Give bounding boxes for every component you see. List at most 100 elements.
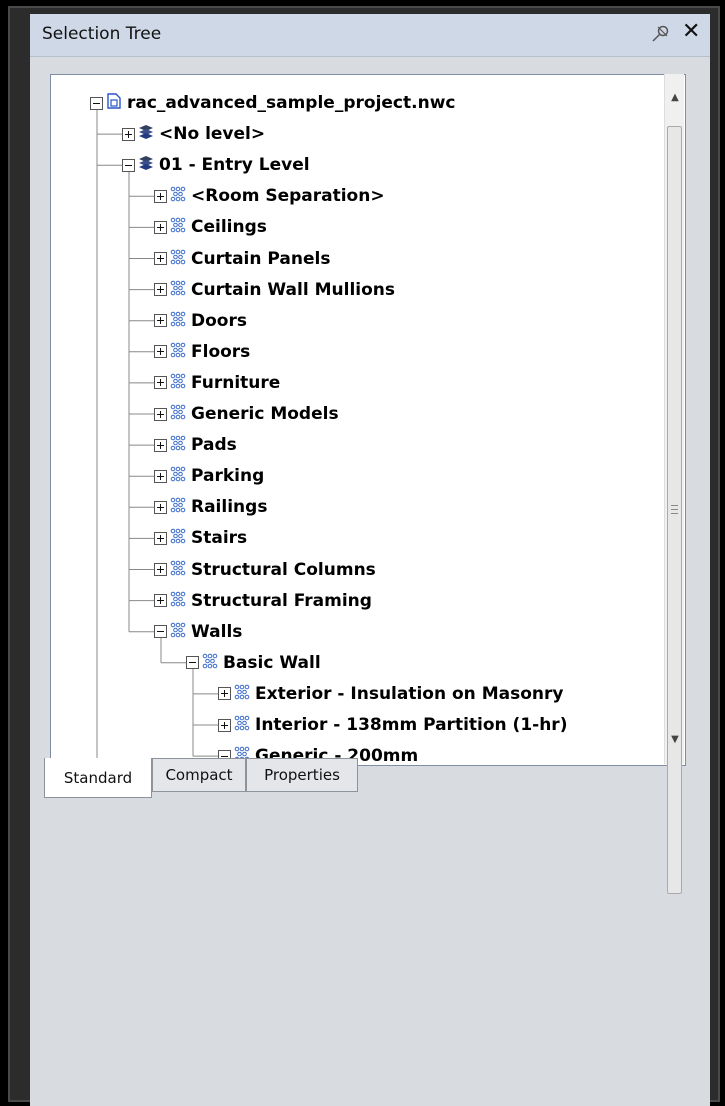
tree-node-label: Walls: [191, 621, 243, 642]
tree-node[interactable]: Generic Models: [154, 400, 339, 428]
category-icon: [167, 248, 187, 270]
collapse-toggle[interactable]: [90, 96, 103, 110]
tree-node[interactable]: Pads: [154, 431, 237, 459]
category-icon: [167, 496, 187, 518]
tab-standard-label: Standard: [63, 768, 133, 787]
category-icon: [199, 652, 219, 674]
tree-node[interactable]: Curtain Panels: [154, 245, 330, 273]
tree-node[interactable]: Doors: [154, 307, 247, 335]
category-icon: [167, 341, 187, 363]
selection-tree[interactable]: rac_advanced_sample_project.nwc <No level…: [50, 74, 686, 766]
category-icon: [167, 216, 187, 238]
category-icon: [167, 372, 187, 394]
expand-toggle[interactable]: [154, 407, 167, 421]
tree-node-label: Parking: [191, 466, 265, 487]
tree-node-label: Exterior - Insulation on Masonry: [255, 683, 564, 704]
category-icon: [167, 279, 187, 301]
expand-toggle[interactable]: [154, 594, 167, 608]
tree-node-label: Doors: [191, 310, 247, 331]
tree-node-label: <Room Separation>: [191, 186, 385, 207]
tree-node[interactable]: Curtain Wall Mullions: [154, 276, 395, 304]
collapse-toggle[interactable]: [186, 656, 199, 670]
tree-node-label: Curtain Wall Mullions: [191, 279, 395, 300]
expand-toggle[interactable]: [218, 718, 231, 732]
category-icon: [167, 621, 187, 643]
selection-tree-panel: Selection Tree ✕ rac_advanced_sample_pro…: [30, 14, 710, 1106]
scroll-down-arrow[interactable]: ▼: [669, 734, 681, 746]
tree-node[interactable]: rac_advanced_sample_project.nwc: [90, 89, 455, 117]
expand-toggle[interactable]: [154, 345, 167, 359]
category-icon: [167, 465, 187, 487]
expand-toggle[interactable]: [154, 531, 167, 545]
layers-icon: [135, 123, 155, 145]
tree-node-label: Furniture: [191, 372, 281, 393]
expand-toggle[interactable]: [122, 127, 135, 141]
pin-icon[interactable]: [650, 23, 670, 45]
expand-toggle[interactable]: [154, 469, 167, 483]
tree-node-label: Interior - 138mm Partition (1-hr): [255, 715, 568, 735]
tree-node[interactable]: Structural Framing: [154, 587, 372, 615]
category-icon: [167, 559, 187, 581]
tree-node[interactable]: Ceilings: [154, 213, 267, 241]
tree-node-label: 01 - Entry Level: [159, 155, 310, 176]
expand-toggle[interactable]: [154, 220, 167, 234]
file-icon: [103, 92, 123, 114]
expand-toggle[interactable]: [154, 563, 167, 576]
scrollbar-thumb[interactable]: [667, 126, 682, 894]
tree-node-label: Generic Models: [191, 404, 339, 424]
panel-titlebar: Selection Tree ✕: [30, 14, 710, 57]
tree-node[interactable]: Parking: [154, 462, 264, 490]
tree-node-label: Floors: [191, 341, 251, 362]
category-icon: [167, 434, 187, 456]
tree-node-label: Basic Wall: [223, 652, 321, 673]
collapse-toggle[interactable]: [122, 158, 135, 172]
scroll-up-arrow[interactable]: ▲: [669, 92, 681, 104]
tree-node-label: Ceilings: [191, 217, 267, 238]
category-icon: [167, 590, 187, 612]
tab-compact[interactable]: Compact: [152, 758, 246, 792]
layers-icon: [135, 154, 155, 176]
tab-compact-label: Compact: [165, 766, 233, 784]
category-icon: [167, 185, 187, 207]
tree-node-label: Pads: [191, 435, 237, 456]
expand-toggle[interactable]: [154, 252, 167, 265]
tree-node-label: <No level>: [159, 124, 266, 145]
tab-properties-label: Properties: [264, 766, 340, 784]
tree-node[interactable]: Railings: [154, 493, 267, 521]
tree-node[interactable]: Basic Wall: [186, 649, 321, 677]
category-icon: [167, 310, 187, 332]
tree-node[interactable]: Interior - 138mm Partition (1-hr): [218, 711, 567, 739]
expand-toggle[interactable]: [218, 687, 231, 701]
tree-node[interactable]: <Room Separation>: [154, 182, 385, 210]
expand-toggle[interactable]: [154, 314, 167, 328]
tree-node[interactable]: 01 - Entry Level: [122, 151, 310, 179]
tree-node-label: Curtain Panels: [191, 248, 331, 269]
tree-node[interactable]: Walls: [154, 618, 242, 646]
expand-toggle[interactable]: [154, 376, 167, 390]
tab-properties[interactable]: Properties: [246, 758, 358, 792]
vertical-scrollbar[interactable]: ▲ ▼: [664, 74, 684, 894]
tree-node[interactable]: Stairs: [154, 524, 247, 552]
tree-node-label: rac_advanced_sample_project.nwc: [127, 93, 456, 113]
category-icon: [231, 683, 251, 705]
tree-node[interactable]: Furniture: [154, 369, 280, 397]
expand-toggle[interactable]: [154, 438, 167, 452]
tree-node-label: Stairs: [191, 528, 248, 549]
expand-toggle[interactable]: [154, 500, 167, 514]
tree-node[interactable]: <No level>: [122, 120, 265, 148]
panel-title: Selection Tree: [42, 24, 162, 44]
collapse-toggle[interactable]: [154, 625, 167, 639]
close-icon[interactable]: ✕: [682, 20, 700, 44]
tree-node-label: Structural Framing: [191, 590, 372, 611]
tree-node[interactable]: Floors: [154, 338, 250, 366]
category-icon: [167, 527, 187, 549]
expand-toggle[interactable]: [154, 283, 167, 297]
category-icon: [167, 403, 187, 425]
tree-node[interactable]: Structural Columns: [154, 556, 376, 584]
tree-node[interactable]: Exterior - Insulation on Masonry: [218, 680, 563, 708]
category-icon: [231, 714, 251, 736]
tree-node-label: Railings: [191, 497, 268, 518]
expand-toggle[interactable]: [154, 189, 167, 203]
tab-standard[interactable]: Standard: [44, 758, 152, 798]
tree-node-label: Structural Columns: [191, 559, 376, 580]
